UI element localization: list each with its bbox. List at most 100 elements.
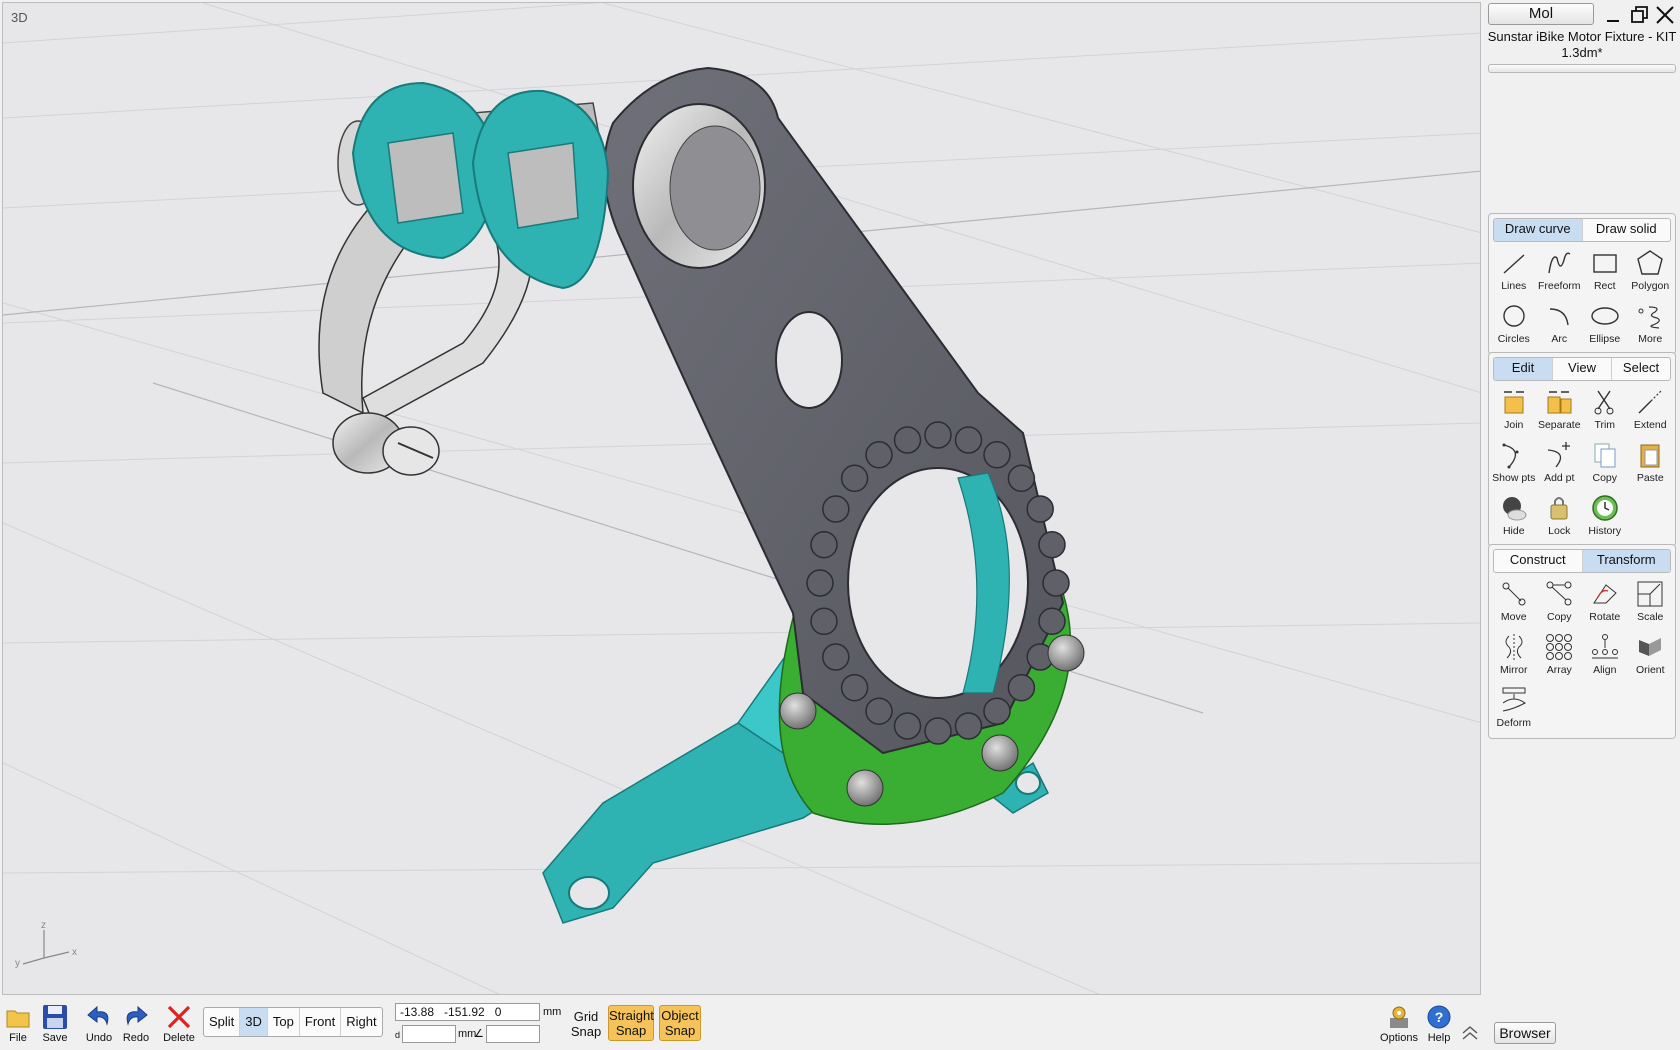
circle-icon <box>1497 299 1531 333</box>
coord-unit: mm <box>543 1006 562 1018</box>
mirror-icon <box>1497 630 1531 664</box>
add-point-tool[interactable]: Add pt <box>1537 438 1583 489</box>
orient-tool[interactable]: Orient <box>1628 630 1674 681</box>
angle-input[interactable] <box>486 1025 540 1043</box>
tab-draw-curve[interactable]: Draw curve <box>1494 219 1583 241</box>
help-button[interactable]: ? Help <box>1424 1002 1454 1048</box>
model-scene[interactable] <box>3 3 1481 995</box>
lines-tool[interactable]: Lines <box>1491 246 1537 297</box>
trim-icon <box>1588 385 1622 419</box>
array-tool[interactable]: Array <box>1537 630 1583 681</box>
lock-tool[interactable]: Lock <box>1537 491 1583 542</box>
close-icon[interactable] <box>1654 4 1676 26</box>
transform-tabs: Construct Transform <box>1493 549 1671 573</box>
plate-hole <box>775 311 843 409</box>
more-tool[interactable]: More <box>1628 299 1674 350</box>
copy-icon <box>1588 438 1622 472</box>
redo-button[interactable]: Redo <box>120 1002 152 1048</box>
options-gear-icon <box>1383 1002 1415 1032</box>
show-points-tool[interactable]: Show pts <box>1491 438 1537 489</box>
scale-icon <box>1633 577 1667 611</box>
tab-edit[interactable]: Edit <box>1494 358 1553 380</box>
arc-tool[interactable]: Arc <box>1537 299 1583 350</box>
paste-icon <box>1633 438 1667 472</box>
mol-button[interactable]: Mol <box>1488 3 1594 25</box>
freeform-tool[interactable]: Freeform <box>1537 246 1583 297</box>
view-right[interactable]: Right <box>341 1008 381 1036</box>
chevron-up-icon[interactable] <box>1460 1024 1480 1040</box>
move-tool[interactable]: Move <box>1491 577 1537 628</box>
axis-y-label: y <box>15 958 20 968</box>
extend-icon <box>1633 385 1667 419</box>
tab-draw-solid[interactable]: Draw solid <box>1583 219 1671 241</box>
svg-text:?: ? <box>1435 1009 1444 1025</box>
help-icon: ? <box>1423 1002 1455 1032</box>
view-top[interactable]: Top <box>268 1008 300 1036</box>
rect-icon <box>1588 246 1622 280</box>
document-title: Sunstar iBike Motor Fixture - KIT 1.3dm* <box>1487 29 1677 60</box>
save-button[interactable]: Save <box>38 1002 72 1048</box>
grid-snap-toggle[interactable]: Grid Snap <box>570 1009 602 1039</box>
edit-tabs: Edit View Select <box>1493 357 1671 381</box>
history-icon <box>1588 491 1622 525</box>
trim-tool[interactable]: Trim <box>1582 385 1628 436</box>
straight-snap-toggle[interactable]: Straight Snap <box>608 1005 654 1041</box>
axis-x-label: x <box>72 947 77 958</box>
file-button[interactable]: File <box>2 1002 34 1048</box>
delete-button[interactable]: Delete <box>161 1002 197 1048</box>
redo-icon <box>120 1002 152 1032</box>
draw-tabs: Draw curve Draw solid <box>1493 218 1671 242</box>
line-icon <box>1497 246 1531 280</box>
restore-icon[interactable] <box>1628 4 1650 26</box>
hide-tool[interactable]: Hide <box>1491 491 1537 542</box>
view-switcher: Split 3D Top Front Right <box>203 1007 383 1037</box>
view-3d[interactable]: 3D <box>240 1008 268 1036</box>
rotate-tool[interactable]: Rotate <box>1582 577 1628 628</box>
polygon-icon <box>1633 246 1667 280</box>
browser-button[interactable]: Browser <box>1494 1022 1556 1044</box>
distance-input[interactable] <box>402 1025 456 1043</box>
right-panel: Mol Sunstar iBike Motor Fixture - KIT 1.… <box>1484 0 1680 1050</box>
polygon-tool[interactable]: Polygon <box>1628 246 1674 297</box>
tab-view[interactable]: View <box>1553 358 1612 380</box>
paste-tool[interactable]: Paste <box>1628 438 1674 489</box>
copy-tool[interactable]: Copy <box>1582 438 1628 489</box>
copy-transform-tool[interactable]: Copy <box>1537 577 1583 628</box>
distance-prefix: d <box>395 1030 401 1040</box>
history-tool[interactable]: History <box>1582 491 1628 542</box>
lock-icon <box>1542 491 1576 525</box>
object-snap-toggle[interactable]: Object Snap <box>659 1005 701 1041</box>
ellipse-tool[interactable]: Ellipse <box>1582 299 1628 350</box>
edit-group: Edit View Select Join Separate Trim Exte… <box>1488 352 1676 547</box>
view-split[interactable]: Split <box>204 1008 241 1036</box>
mirror-tool[interactable]: Mirror <box>1491 630 1537 681</box>
tab-construct[interactable]: Construct <box>1494 550 1583 572</box>
copy-transform-icon <box>1542 577 1576 611</box>
angle-icon: ∠ <box>474 1028 484 1040</box>
coordinates-input[interactable]: -13.88 -151.92 0 <box>395 1003 540 1021</box>
rect-tool[interactable]: Rect <box>1582 246 1628 297</box>
viewport-3d[interactable]: 3D z x y <box>2 2 1481 995</box>
draw-group: Draw curve Draw solid Lines Freeform Rec… <box>1488 213 1676 355</box>
options-button[interactable]: Options <box>1378 1002 1420 1048</box>
extend-tool[interactable]: Extend <box>1628 385 1674 436</box>
join-icon <box>1497 385 1531 419</box>
join-tool[interactable]: Join <box>1491 385 1537 436</box>
save-icon <box>39 1002 71 1032</box>
deform-tool[interactable]: Deform <box>1491 683 1537 734</box>
undo-button[interactable]: Undo <box>83 1002 115 1048</box>
show-points-icon <box>1497 438 1531 472</box>
circles-tool[interactable]: Circles <box>1491 299 1537 350</box>
array-icon <box>1542 630 1576 664</box>
view-front[interactable]: Front <box>300 1008 342 1036</box>
separate-tool[interactable]: Separate <box>1537 385 1583 436</box>
align-tool[interactable]: Align <box>1582 630 1628 681</box>
tab-transform[interactable]: Transform <box>1582 550 1670 572</box>
scale-tool[interactable]: Scale <box>1628 577 1674 628</box>
tab-select[interactable]: Select <box>1612 358 1670 380</box>
add-point-icon <box>1542 438 1576 472</box>
axis-triad-icon: z x y <box>15 920 77 968</box>
arc-icon <box>1542 299 1576 333</box>
document-progress-bar <box>1488 64 1676 73</box>
minimize-icon[interactable] <box>1602 4 1624 26</box>
